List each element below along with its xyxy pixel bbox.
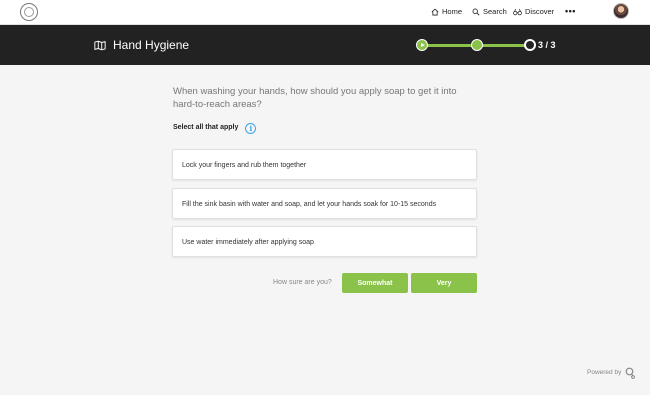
nav-home-link[interactable]: Home — [431, 6, 462, 18]
map-icon — [94, 40, 106, 50]
progress-step-3-current[interactable] — [524, 39, 536, 51]
answer-option-2[interactable]: Fill the sink basin with water and soap,… — [172, 188, 477, 219]
question-text: When washing your hands, how should you … — [173, 86, 457, 110]
info-icon[interactable]: i — [245, 122, 257, 134]
lesson-title-group: Hand Hygiene — [94, 37, 189, 53]
nav-search-link[interactable]: Search — [472, 6, 507, 18]
somewhat-button[interactable]: Somewhat — [342, 273, 408, 293]
answer-option-1[interactable]: Lock your fingers and rub them together — [172, 149, 477, 180]
lesson-title: Hand Hygiene — [113, 38, 190, 52]
progress-counter: 3 / 3 — [538, 40, 556, 50]
very-button[interactable]: Very — [411, 273, 477, 293]
answer-option-3[interactable]: Use water immediately after applying soa… — [172, 226, 477, 257]
nav-discover-label: Discover — [525, 7, 555, 16]
lesson-header: Hand Hygiene 3 / 3 — [0, 25, 650, 65]
select-all-hint: Select all that apply i — [173, 122, 257, 134]
binoculars-icon — [513, 8, 522, 16]
search-icon — [472, 8, 480, 16]
top-navigation-bar: Home Search Discover ••• — [0, 0, 650, 25]
user-avatar[interactable] — [613, 3, 629, 19]
lesson-progress-tracker — [416, 38, 536, 52]
confidence-prompt: How sure are you? — [273, 279, 332, 286]
progress-step-2[interactable] — [471, 39, 483, 51]
nav-search-label: Search — [483, 7, 507, 16]
home-icon — [431, 8, 439, 16]
more-horizontal-icon[interactable]: ••• — [565, 6, 576, 16]
seal-logo[interactable] — [20, 3, 38, 21]
progress-step-1-play-icon[interactable] — [416, 39, 428, 51]
nav-discover-link[interactable]: Discover — [513, 6, 554, 18]
powered-by[interactable]: Powered by — [587, 367, 636, 379]
brand-logo-icon — [625, 367, 636, 379]
powered-by-label: Powered by — [587, 369, 622, 376]
select-all-label: Select all that apply — [173, 124, 239, 131]
nav-home-label: Home — [442, 7, 463, 16]
